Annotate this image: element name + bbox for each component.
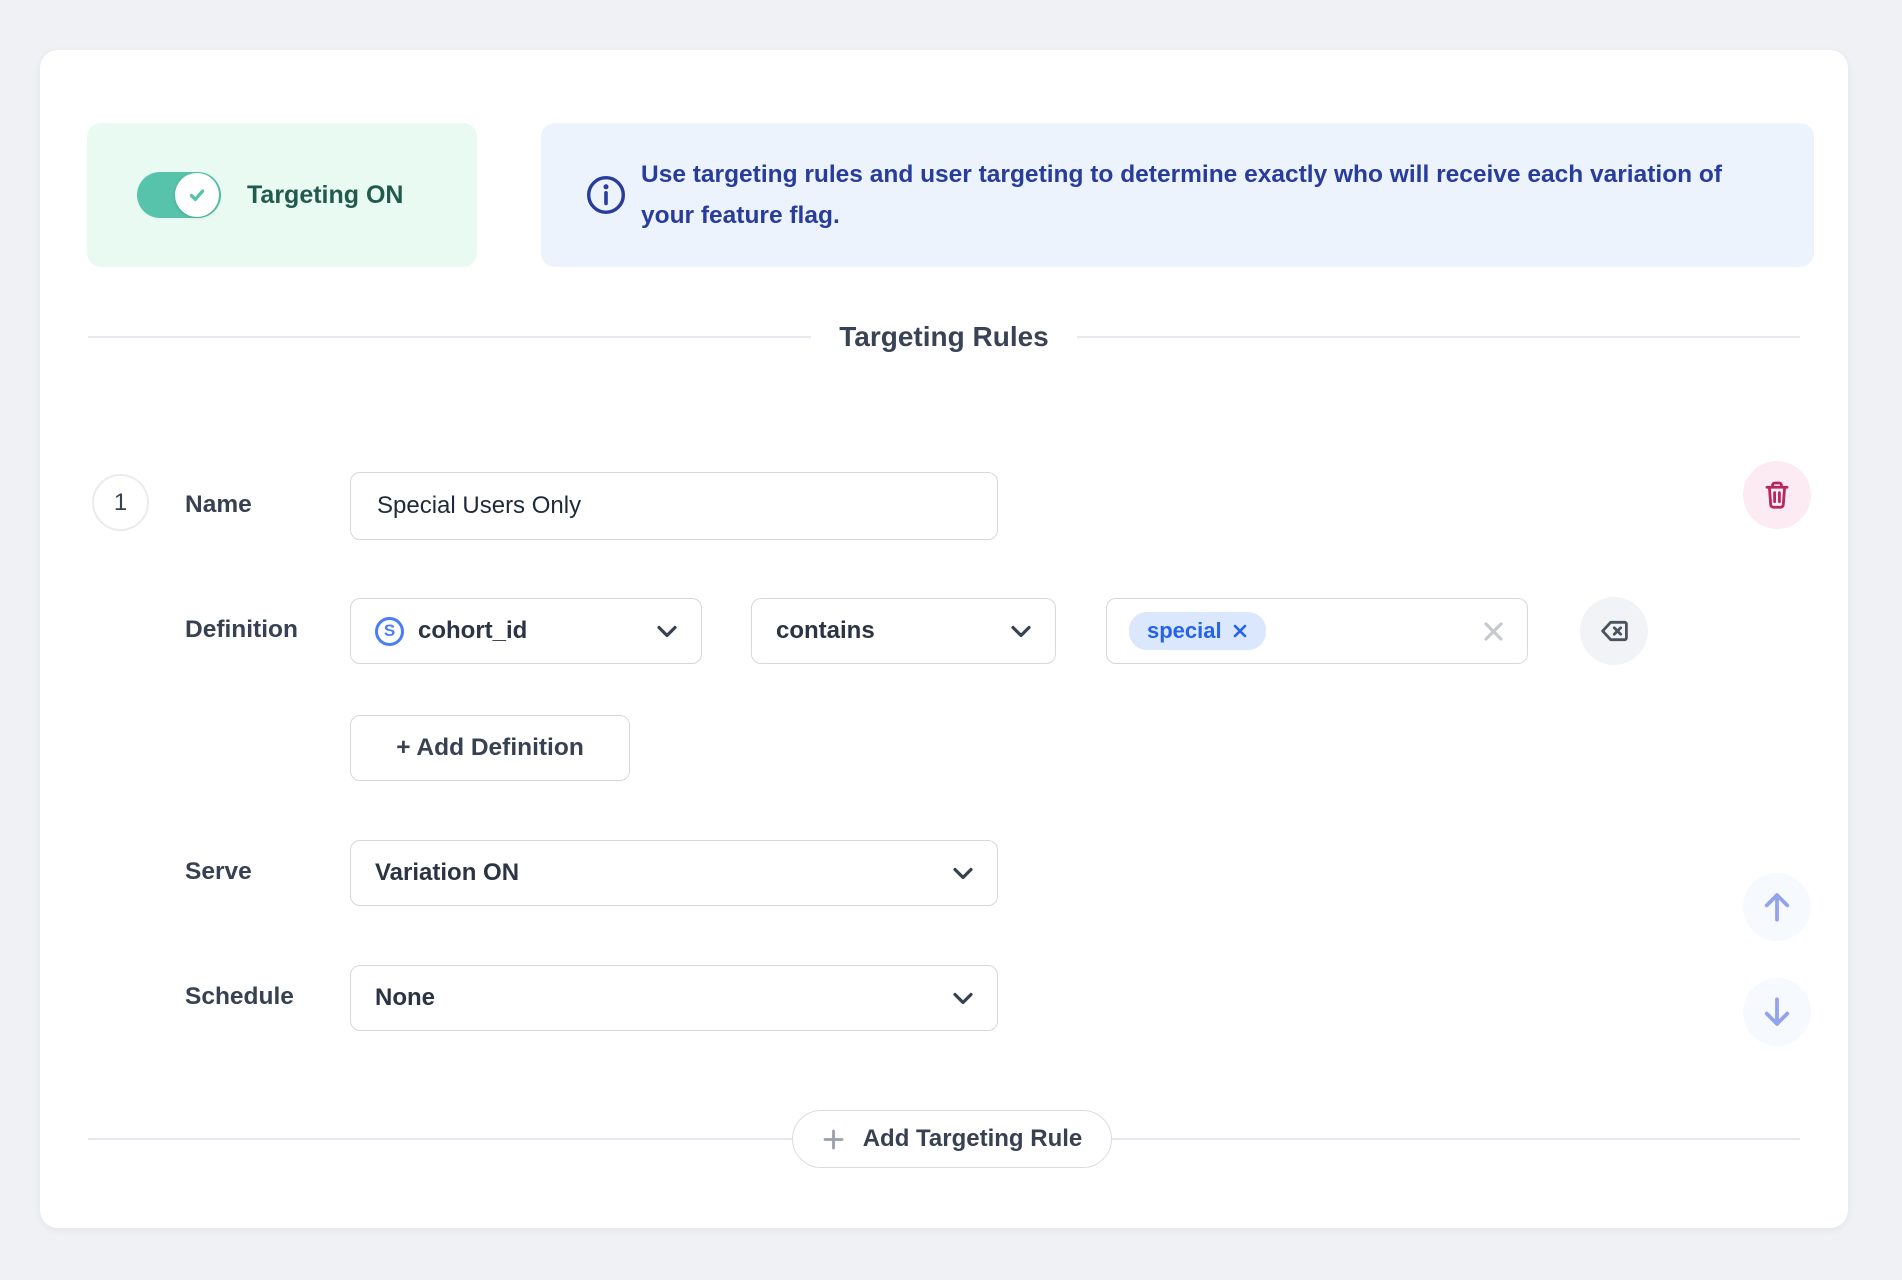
trash-icon [1761,479,1793,511]
divider-line [88,336,812,338]
targeting-toggle-label: Targeting ON [247,180,404,209]
rule-number-badge: 1 [92,474,149,531]
schedule-value: None [375,984,435,1011]
clear-values-icon[interactable] [1482,620,1505,643]
definition-field-dropdown[interactable]: S cohort_id [350,598,702,664]
arrow-up-icon [1758,888,1796,926]
rule-name-input[interactable] [350,472,998,540]
value-tag-label: special [1147,618,1222,643]
info-icon [585,174,627,216]
targeting-status-banner: Targeting ON [87,123,477,267]
chevron-down-icon [953,992,973,1005]
arrow-down-icon [1758,993,1796,1031]
serve-dropdown[interactable]: Variation ON [350,840,998,906]
move-rule-up-button[interactable] [1743,873,1811,941]
statsig-s-icon: S [375,616,404,646]
move-rule-down-button[interactable] [1743,978,1811,1046]
info-banner: Use targeting rules and user targeting t… [541,123,1814,267]
info-banner-text: Use targeting rules and user targeting t… [641,161,1723,229]
name-label: Name [185,491,252,518]
plus-icon [822,1128,845,1151]
targeting-panel: Targeting ON Use targeting rules and use… [40,50,1848,1228]
schedule-dropdown[interactable]: None [350,965,998,1031]
chevron-down-icon [953,867,973,880]
add-definition-button[interactable]: + Add Definition [350,715,630,781]
definition-operator-dropdown[interactable]: contains [751,598,1056,664]
section-title: Targeting Rules [839,321,1049,352]
remove-tag-icon[interactable] [1232,623,1248,639]
delete-rule-button[interactable] [1743,461,1811,529]
definition-field-value: cohort_id [418,617,528,644]
add-targeting-rule-label: Add Targeting Rule [862,1125,1083,1152]
definition-operator-value: contains [776,617,875,644]
chevron-down-icon [1011,625,1031,638]
chevron-down-icon [657,625,677,638]
add-targeting-rule-button[interactable]: Add Targeting Rule [792,1110,1112,1168]
definition-values-field[interactable]: special [1106,598,1528,664]
remove-definition-button[interactable] [1580,597,1648,665]
targeting-toggle[interactable] [137,172,221,218]
value-tag: special [1129,612,1266,650]
divider-line [1076,336,1801,338]
backspace-icon [1598,615,1630,647]
definition-label: Definition [185,616,298,643]
targeting-rules-divider: Targeting Rules [88,321,1801,353]
serve-label: Serve [185,858,252,885]
toggle-knob [175,173,219,217]
schedule-label: Schedule [185,983,294,1010]
check-icon [187,185,207,205]
serve-value: Variation ON [375,859,520,886]
